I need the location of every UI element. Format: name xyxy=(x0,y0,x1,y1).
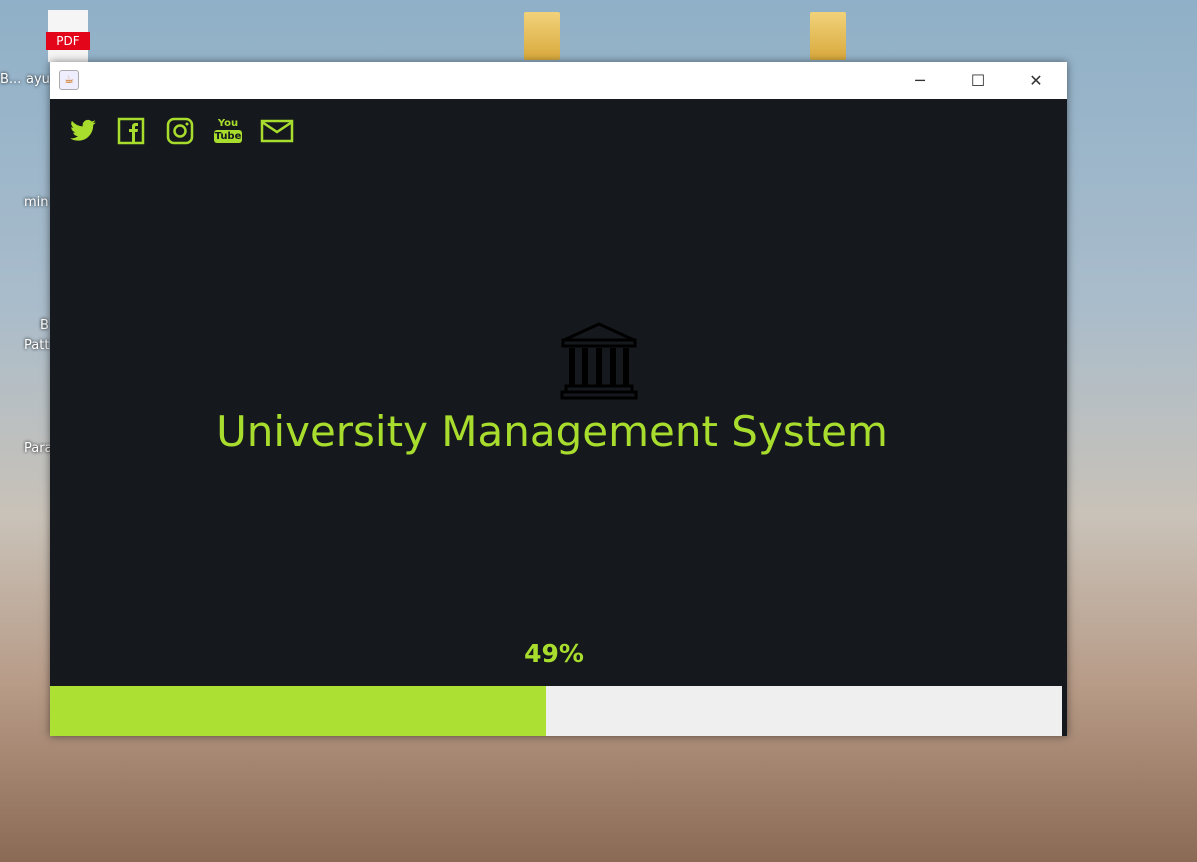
progress-bar-fill xyxy=(50,686,546,736)
instagram-icon[interactable] xyxy=(165,117,195,145)
title-bar[interactable]: ☕ ─ ☐ ✕ xyxy=(50,62,1067,99)
desktop-pdf-icon[interactable]: PDF xyxy=(46,10,90,62)
maximize-button[interactable]: ☐ xyxy=(955,62,1001,99)
desktop-icon-label[interactable]: B xyxy=(40,318,49,333)
desktop-icon-label[interactable]: ayu xyxy=(26,72,50,87)
twitter-icon[interactable] xyxy=(67,117,99,145)
close-button[interactable]: ✕ xyxy=(1013,62,1059,99)
desktop-icon-label[interactable]: Para xyxy=(24,441,53,456)
progress-bar xyxy=(50,686,1062,736)
splash-window: ☕ ─ ☐ ✕ You Tube University Management S… xyxy=(50,62,1067,736)
minimize-button[interactable]: ─ xyxy=(897,62,943,99)
mail-icon[interactable] xyxy=(260,117,294,145)
desktop-icon-label[interactable]: min xyxy=(24,195,49,210)
university-building-icon xyxy=(560,322,638,400)
facebook-icon[interactable] xyxy=(116,117,146,145)
desktop-folder-icon[interactable] xyxy=(810,12,846,60)
progress-percentage: 49% xyxy=(524,639,584,668)
youtube-icon[interactable]: You Tube xyxy=(214,117,242,145)
desktop-icon-label[interactable]: B... xyxy=(0,72,21,87)
app-title: University Management System xyxy=(216,407,888,456)
desktop-icon-label[interactable]: Patt xyxy=(24,338,49,353)
java-icon: ☕ xyxy=(59,70,79,90)
desktop-folder-icon[interactable] xyxy=(524,12,560,60)
